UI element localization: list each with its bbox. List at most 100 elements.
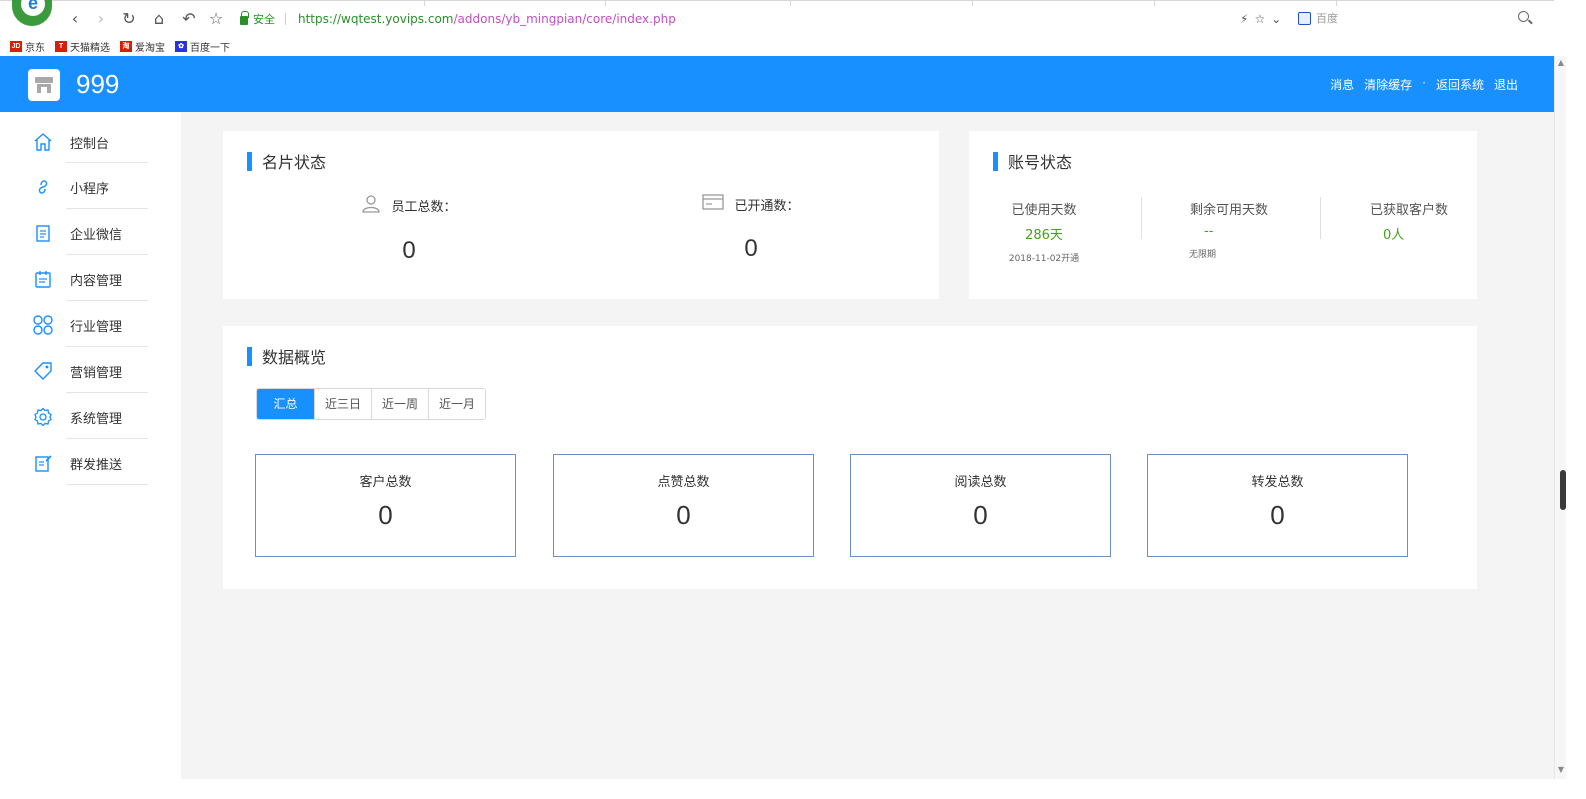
bookmark-star-icon[interactable]: ☆ — [1254, 12, 1265, 26]
metric-value: 0 — [676, 500, 691, 530]
bookmark-tmall[interactable]: T 天猫精选 — [55, 39, 110, 54]
metric-likes: 点赞总数 0 — [553, 454, 814, 557]
user-icon — [361, 193, 381, 217]
card-status-panel: 名片状态 员工总数： 0 已开通数： 0 — [223, 131, 939, 299]
grid-icon — [32, 314, 54, 336]
opened-count-stat: 已开通数： 0 — [651, 193, 851, 263]
sidebar-item-marketing[interactable]: 营销管理 — [32, 348, 180, 394]
sidebar-item-broadcast[interactable]: 群发推送 — [32, 440, 180, 486]
return-system-link[interactable]: 返回系统 — [1436, 76, 1484, 93]
metric-shares: 转发总数 0 — [1147, 454, 1408, 557]
remaining-days-stat: 剩余可用天数 -- 无限期 — [1154, 199, 1304, 260]
tab-last-3-days[interactable]: 近三日 — [314, 389, 371, 419]
scroll-down-icon[interactable]: ▼ — [1556, 765, 1566, 775]
opened-count-label: 已开通数： — [734, 198, 800, 214]
jd-icon: JD — [10, 40, 22, 52]
header-links: 消息 清除缓存 · 返回系统 退出 — [1330, 76, 1518, 93]
back-icon[interactable]: ‹ — [66, 10, 84, 28]
favorite-star-icon[interactable]: ☆ — [207, 10, 225, 28]
search-engine-box[interactable]: 百度 — [1298, 10, 1338, 26]
secure-label: 安全 — [253, 13, 275, 26]
tmall-icon: T — [55, 40, 67, 52]
account-status-title: 账号状态 — [993, 151, 1072, 172]
url-path: /addons/yb_mingpian/core/index.php — [453, 12, 676, 26]
sidebar-item-system[interactable]: 系统管理 — [32, 394, 180, 440]
sidebar-item-industry[interactable]: 行业管理 — [32, 302, 180, 348]
baidu-icon: ✿ — [175, 40, 187, 52]
bookmark-label: 爱淘宝 — [135, 42, 165, 54]
bookmark-label: 天猫精选 — [70, 42, 110, 54]
page-scrollbar[interactable] — [1554, 56, 1566, 779]
browser-toolbar: e ‹ › ↻ ⌂ ↶ ☆ 安全 https://wqtest.yovips.c… — [0, 0, 1554, 36]
used-days-value: 286天 — [1025, 228, 1063, 243]
tab-last-month[interactable]: 近一月 — [428, 389, 485, 419]
opened-count-value: 0 — [744, 235, 758, 262]
sidebar-item-label: 内容管理 — [70, 273, 123, 289]
clear-cache-link[interactable]: 清除缓存 — [1364, 76, 1412, 93]
customers-value: 0人 — [1383, 228, 1405, 243]
sidebar-item-label: 小程序 — [70, 181, 110, 197]
forward-icon[interactable]: › — [92, 10, 110, 28]
sidebar-item-content[interactable]: 内容管理 — [32, 256, 180, 302]
search-engine-label: 百度 — [1316, 12, 1338, 25]
bookmark-aitaobao[interactable]: 淘 爱淘宝 — [120, 39, 165, 54]
url-host: https://wqtest.yovips.com — [298, 12, 454, 26]
baidu-engine-icon — [1298, 11, 1311, 25]
staff-count-value: 0 — [402, 237, 416, 264]
remaining-days-label: 剩余可用天数 — [1189, 203, 1268, 218]
metric-value: 0 — [378, 500, 393, 530]
lock-icon — [240, 11, 249, 25]
customers-label: 已获取客户数 — [1369, 203, 1448, 218]
bookmarks-bar: JD 京东 T 天猫精选 淘 爱淘宝 ✿ 百度一下 — [0, 36, 1554, 56]
bottom-strip — [0, 779, 1586, 799]
staff-count-label: 员工总数： — [391, 199, 457, 215]
metric-customers: 客户总数 0 — [255, 454, 516, 557]
scroll-thumb[interactable] — [1560, 470, 1566, 510]
sidebar-item-miniprogram[interactable]: 小程序 — [32, 164, 180, 210]
home-browser-icon[interactable]: ⌂ — [150, 10, 168, 28]
sidebar: 控制台 小程序 企业微信 内容管理 行业管理 营销管理 系统管理 群发推送 — [0, 112, 181, 779]
used-days-sub: 2018-11-02开通 — [1008, 254, 1080, 264]
reload-icon[interactable]: ↻ — [120, 10, 138, 28]
app-title: 999 — [76, 69, 120, 99]
store-icon — [28, 69, 60, 101]
address-tools: ⚡ ☆ ⌄ — [1240, 10, 1281, 28]
metric-label: 阅读总数 — [954, 475, 1007, 490]
dropdown-chevron-icon[interactable]: ⌄ — [1271, 12, 1281, 26]
sidebar-item-wecom[interactable]: 企业微信 — [32, 210, 180, 256]
data-overview-title: 数据概览 — [247, 346, 326, 367]
sidebar-item-console[interactable]: 控制台 — [32, 119, 180, 165]
card-icon — [702, 193, 725, 215]
used-days-stat: 已使用天数 286天 2018-11-02开通 — [969, 199, 1119, 264]
scroll-up-icon[interactable]: ▲ — [1556, 58, 1566, 68]
tab-strip — [0, 0, 1554, 6]
undo-icon[interactable]: ↶ — [180, 10, 198, 28]
sidebar-item-label: 系统管理 — [70, 411, 123, 427]
gear-icon — [32, 406, 54, 428]
customers-stat: 已获取客户数 0人 — [1334, 199, 1484, 243]
period-tabs: 汇总 近三日 近一周 近一月 — [256, 388, 486, 420]
staff-count-stat: 员工总数： 0 — [309, 193, 509, 265]
search-icon[interactable] — [1518, 11, 1529, 22]
metric-label: 点赞总数 — [657, 475, 710, 490]
home-icon — [32, 131, 54, 153]
card-status-title: 名片状态 — [247, 151, 326, 172]
tag-icon — [32, 360, 54, 382]
account-status-panel: 账号状态 已使用天数 286天 2018-11-02开通 剩余可用天数 -- 无… — [969, 131, 1477, 299]
bookmark-baidu[interactable]: ✿ 百度一下 — [175, 39, 230, 54]
sidebar-item-label: 群发推送 — [70, 457, 123, 473]
browser-logo-icon[interactable]: e — [12, 0, 52, 26]
address-bar[interactable]: 安全 https://wqtest.yovips.com/addons/yb_m… — [240, 10, 676, 28]
logout-link[interactable]: 退出 — [1494, 76, 1518, 93]
tab-last-week[interactable]: 近一周 — [371, 389, 428, 419]
lightning-icon[interactable]: ⚡ — [1240, 12, 1248, 26]
used-days-label: 已使用天数 — [1011, 203, 1077, 218]
sidebar-item-label: 企业微信 — [70, 227, 123, 243]
remaining-days-sub: 无限期 — [1189, 250, 1217, 260]
tab-summary[interactable]: 汇总 — [257, 389, 314, 419]
messages-link[interactable]: 消息 — [1330, 76, 1354, 93]
app-header: 999 消息 清除缓存 · 返回系统 退出 — [0, 56, 1554, 112]
metric-reads: 阅读总数 0 — [850, 454, 1111, 557]
remaining-days-value: -- — [1204, 224, 1214, 239]
bookmark-jd[interactable]: JD 京东 — [10, 39, 45, 54]
